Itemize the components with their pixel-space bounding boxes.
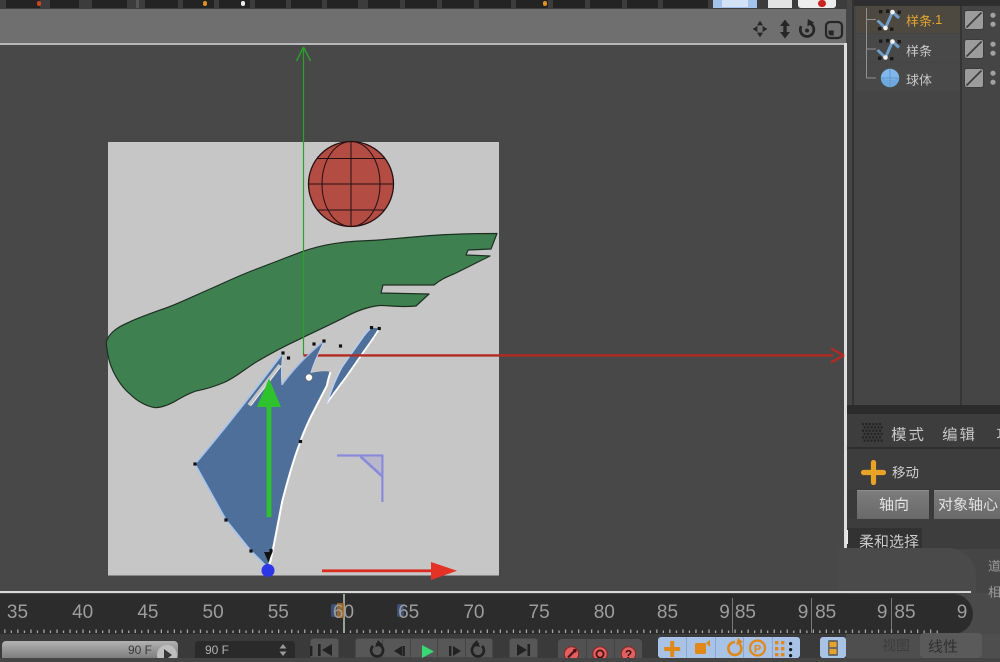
svg-text:P: P <box>754 644 761 656</box>
svg-text:?: ? <box>625 648 632 659</box>
